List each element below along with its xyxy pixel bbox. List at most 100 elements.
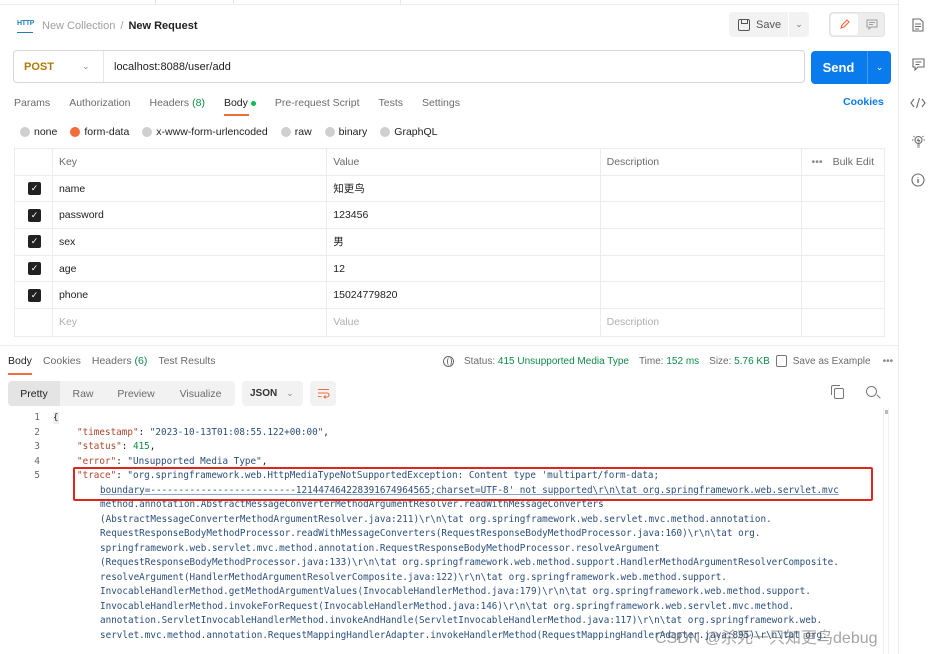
table-row-new: Key Value Description xyxy=(15,309,884,336)
save-button[interactable]: Save xyxy=(729,12,788,37)
radio-none[interactable]: none xyxy=(20,126,57,138)
comments-icon[interactable] xyxy=(909,55,927,73)
description-input[interactable]: Description xyxy=(601,309,803,336)
response-tab-body[interactable]: Body xyxy=(8,355,32,375)
save-as-example-button[interactable]: Save as Example xyxy=(775,355,871,367)
tab-pre-request-script[interactable]: Pre-request Script xyxy=(275,96,360,116)
time-value[interactable]: 152 ms xyxy=(666,356,699,367)
checkbox-cell: ✓ xyxy=(15,282,53,309)
save-as-example-label: Save as Example xyxy=(792,355,871,367)
search-icon[interactable] xyxy=(866,386,877,397)
radio-x-www-form-urlencoded[interactable]: x-www-form-urlencoded xyxy=(142,126,268,138)
response-tab-headers[interactable]: Headers (6) xyxy=(92,355,147,375)
tab-label: Settings xyxy=(422,97,460,109)
row-checkbox[interactable]: ✓ xyxy=(28,235,41,249)
row-checkbox[interactable]: ✓ xyxy=(28,288,41,302)
radio-graphql[interactable]: GraphQL xyxy=(380,126,437,138)
documentation-icon[interactable] xyxy=(909,16,927,34)
description-cell[interactable] xyxy=(601,202,803,229)
json-key: "status" xyxy=(77,441,122,452)
row-actions-cell xyxy=(802,176,884,202)
tab-params[interactable]: Params xyxy=(14,96,50,116)
radio-raw[interactable]: raw xyxy=(280,126,312,138)
description-cell[interactable] xyxy=(601,255,803,282)
bulk-edit-button[interactable]: Bulk Edit xyxy=(833,156,874,168)
code-scrollbar[interactable] xyxy=(883,408,889,654)
response-tab-cookies[interactable]: Cookies xyxy=(43,355,81,375)
breadcrumb-request[interactable]: New Request xyxy=(128,20,197,32)
save-icon xyxy=(775,355,787,367)
size-value[interactable]: 5.76 KB xyxy=(734,356,770,367)
row-checkbox[interactable]: ✓ xyxy=(28,262,41,276)
value-cell[interactable]: 15024779820 xyxy=(327,282,601,309)
tab-tests[interactable]: Tests xyxy=(379,96,404,116)
pane-divider[interactable] xyxy=(0,345,898,346)
tab-divider xyxy=(233,0,234,5)
comment-mode-button[interactable] xyxy=(860,14,884,35)
key-input[interactable]: Key xyxy=(53,309,328,336)
key-cell[interactable]: password xyxy=(53,202,328,229)
format-select[interactable]: JSON ⌄ xyxy=(242,381,303,406)
tab-authorization[interactable]: Authorization xyxy=(69,96,130,116)
table-row: ✓ age 12 xyxy=(15,255,884,283)
key-cell[interactable]: age xyxy=(53,255,328,282)
response-body-code[interactable]: 1 2 3 4 5 { "timestamp": "2023-10-13T01:… xyxy=(0,410,880,654)
radio-form-data[interactable]: form-data xyxy=(70,126,129,138)
code-icon[interactable] xyxy=(909,94,927,112)
view-visualize[interactable]: Visualize xyxy=(166,381,235,406)
description-cell[interactable] xyxy=(601,229,803,255)
tab-headers[interactable]: Headers (8) xyxy=(149,96,204,116)
fold-brace[interactable]: { xyxy=(53,412,59,424)
value-cell[interactable]: 男 xyxy=(327,229,601,255)
more-options-icon[interactable]: ••• xyxy=(883,356,894,367)
description-cell[interactable] xyxy=(601,282,803,309)
key-cell[interactable]: name xyxy=(53,175,328,202)
description-cell[interactable] xyxy=(601,175,803,202)
code-line: RequestResponseBodyMethodProcessor.readW… xyxy=(100,528,761,539)
lightbulb-icon[interactable] xyxy=(909,132,927,150)
info-icon[interactable] xyxy=(909,171,927,189)
tab-body[interactable]: Body xyxy=(223,96,256,116)
view-preview[interactable]: Preview xyxy=(106,381,166,406)
value-cell[interactable]: 知更鸟 xyxy=(327,175,601,202)
value-cell[interactable]: 123456 xyxy=(327,202,601,229)
radio-binary[interactable]: binary xyxy=(324,126,367,138)
tab-settings[interactable]: Settings xyxy=(422,96,460,116)
checkbox-cell: ✓ xyxy=(15,229,53,255)
globe-icon[interactable] xyxy=(443,355,454,367)
send-dropdown-button[interactable]: ⌄ xyxy=(867,51,891,84)
method-select[interactable]: POST ⌄ xyxy=(14,51,104,82)
modified-dot-icon xyxy=(250,100,256,106)
url-input[interactable] xyxy=(114,51,794,82)
send-button[interactable]: Send ⌄ xyxy=(811,51,891,84)
view-pretty[interactable]: Pretty xyxy=(8,381,60,406)
key-cell[interactable]: sex xyxy=(53,229,328,255)
url-bar: POST ⌄ xyxy=(13,50,805,83)
response-tab-test-results[interactable]: Test Results xyxy=(158,355,215,375)
status-value[interactable]: 415 Unsupported Media Type xyxy=(498,356,629,367)
value-cell[interactable]: 12 xyxy=(327,255,601,282)
row-checkbox[interactable]: ✓ xyxy=(28,182,41,196)
tab-strip xyxy=(0,0,900,5)
radio-selected-icon xyxy=(70,127,81,137)
more-options-icon[interactable]: ••• xyxy=(812,156,823,168)
save-dropdown-button[interactable]: ⌄ xyxy=(789,12,809,37)
cookies-link[interactable]: Cookies xyxy=(843,96,884,108)
value-input[interactable]: Value xyxy=(327,309,601,336)
column-header-value: Value xyxy=(327,149,601,175)
view-raw[interactable]: Raw xyxy=(60,381,106,406)
copy-icon[interactable] xyxy=(831,385,844,399)
tab-count: (6) xyxy=(134,355,148,367)
edit-mode-button[interactable] xyxy=(831,14,858,35)
watermark: CSDN @杀死一只知更鸟debug xyxy=(655,630,878,647)
row-checkbox[interactable]: ✓ xyxy=(28,208,41,222)
code-line: (RequestResponseBodyMethodProcessor.java… xyxy=(100,557,839,568)
wrap-lines-button[interactable] xyxy=(310,381,336,406)
key-cell[interactable]: phone xyxy=(53,282,328,309)
response-meta: Status: 415 Unsupported Media Type Time:… xyxy=(443,355,893,367)
json-key: "error" xyxy=(77,455,117,467)
code-line: "status": 415, xyxy=(77,441,156,452)
scrollbar-thumb[interactable] xyxy=(885,410,888,414)
breadcrumb-collection[interactable]: New Collection xyxy=(42,20,115,32)
tab-label: Authorization xyxy=(69,97,131,109)
